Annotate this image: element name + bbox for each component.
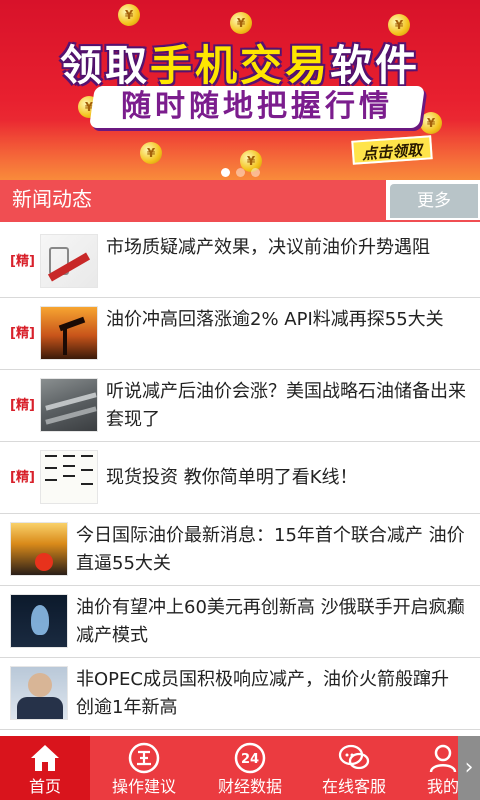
news-thumbnail [10,522,68,576]
carousel-dot[interactable] [220,168,230,177]
nav-label: 在线客服 [321,777,386,796]
nav-label: 财经数据 [217,777,282,796]
coin-icon: ¥ [230,12,252,34]
advice-icon [128,742,160,774]
nav-item-advice[interactable]: 操作建议 [90,736,198,800]
news-item[interactable]: [精] 现货投资 教你简单明了看K线！ [0,442,480,514]
banner-title: 领取手机交易软件 [0,32,480,93]
nav-item-service[interactable]: 在线客服 [302,736,406,800]
news-item[interactable]: [精] 油价冲高回落涨逾2% API料减再探55大关 [0,298,480,370]
news-item[interactable]: 非OPEC成员国积极响应减产，油价火箭般蹿升创逾1年新高 [0,658,480,730]
news-item[interactable]: [精] 市场质疑减产效果，决议前油价升势遇阻 [0,226,480,298]
clock-24-icon: 24 [234,742,266,774]
news-thumbnail [10,666,68,720]
news-title: 现货投资 教你简单明了看K线！ [106,467,358,488]
banner-subtitle: 随时随地把握行情 [121,89,393,124]
coin-icon: ¥ [140,142,162,164]
nav-item-data[interactable]: 24 财经数据 [198,736,302,800]
banner-title-part2: 软件 [330,41,421,90]
news-title: 听说减产后油价会涨？美国战略石油储备出来套现了 [106,381,466,430]
carousel-dot[interactable] [235,168,245,177]
promo-banner[interactable]: ¥ ¥ ¥ ¥ ¥ ¥ ¥ 领取手机交易软件 随时随地把握行情 点击领取 [0,0,480,180]
news-title: 油价冲高回落涨逾2% API料减再探55大关 [106,309,444,330]
banner-title-part1: 领取 [59,41,150,90]
news-item[interactable]: [精] 听说减产后油价会涨？美国战略石油储备出来套现了 [0,370,480,442]
section-underline [0,220,480,222]
news-title: 今日国际油价最新消息：15年首个联合减产 油价直逼55大关 [76,525,465,574]
featured-tag: [精] [10,398,35,413]
nav-label: 操作建议 [111,777,176,796]
featured-tag: [精] [10,326,35,341]
more-button[interactable]: 更多 [390,184,478,218]
news-title: 市场质疑减产效果，决议前油价升势遇阻 [106,237,430,258]
news-thumbnail [10,594,68,648]
carousel-dot[interactable] [250,168,260,177]
news-thumbnail [40,234,98,288]
section-title: 新闻动态 [12,187,92,211]
nav-label: 首页 [28,777,61,796]
svg-text:24: 24 [241,752,259,767]
chat-icon [338,744,370,770]
banner-title-highlight: 手机交易 [149,41,330,90]
news-list: [精] 市场质疑减产效果，决议前油价升势遇阻 [精] 油价冲高回落涨逾2% AP… [0,226,480,730]
news-item[interactable]: 油价有望冲上60美元再创新高 沙俄联手开启疯癫减产模式 [0,586,480,658]
carousel-indicators [0,162,480,180]
featured-tag: [精] [10,470,35,485]
featured-tag: [精] [10,254,35,269]
claim-button[interactable]: 点击领取 [351,135,433,165]
news-section-header: 新闻动态 更多 [0,180,480,222]
banner-subtitle-box: 随时随地把握行情 [89,86,425,128]
news-thumbnail [40,306,98,360]
news-title: 非OPEC成员国积极响应减产，油价火箭般蹿升创逾1年新高 [76,669,449,718]
news-thumbnail [40,450,98,504]
coin-icon: ¥ [118,4,140,26]
news-item[interactable]: 今日国际油价最新消息：15年首个联合减产 油价直逼55大关 [0,514,480,586]
bottom-nav: 首页 操作建议 24 财经数据 在线客服 我的 [0,736,480,800]
home-icon [31,745,59,771]
news-thumbnail [40,378,98,432]
nav-scroll-right-icon[interactable]: › [458,736,480,800]
nav-item-home[interactable]: 首页 [0,736,90,800]
coin-icon: ¥ [420,112,442,134]
user-icon [429,744,457,773]
news-title: 油价有望冲上60美元再创新高 沙俄联手开启疯癫减产模式 [76,597,465,646]
